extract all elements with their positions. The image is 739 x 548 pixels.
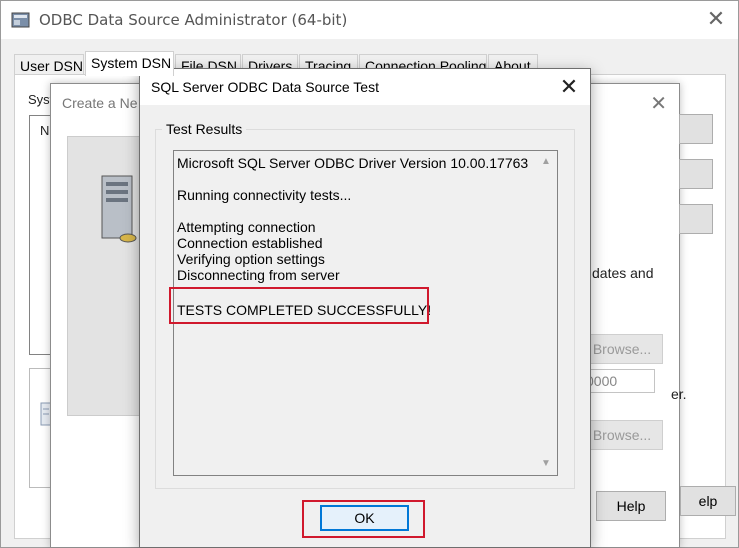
result-line: Attempting connection [177,219,316,235]
test-dialog-title-bar: SQL Server ODBC Data Source Test ✕ [140,69,590,105]
browse-button-2[interactable]: Browse... [581,420,663,450]
ok-highlight-box [302,500,425,538]
success-highlight-box [169,287,429,324]
wizard-value-field[interactable]: 0000 [581,369,655,393]
wizard-close-icon[interactable]: ✕ [650,91,667,116]
wizard-text-er: er. [671,386,687,402]
result-line: Connection established [177,235,323,251]
wizard-title: Create a Ne [62,95,138,111]
test-dialog-title: SQL Server ODBC Data Source Test [151,79,379,95]
scroll-down-arrow-icon[interactable]: ▼ [539,457,553,471]
test-results-label: Test Results [162,121,247,137]
main-window-title: ODBC Data Source Administrator (64-bit) [39,11,348,29]
main-close-icon[interactable]: ✕ [704,7,728,31]
browse-button-1[interactable]: Browse... [581,334,663,364]
main-help-button[interactable]: elp [680,486,736,516]
tab-user-dsn[interactable]: User DSN [14,54,84,76]
result-line: Microsoft SQL Server ODBC Driver Version… [177,155,529,171]
wizard-help-button[interactable]: Help [596,491,666,521]
tab-system-dsn[interactable]: System DSN [85,51,174,76]
result-line: Running connectivity tests... [177,187,352,203]
test-dialog-close-icon[interactable]: ✕ [556,74,582,100]
result-line-blank [177,171,535,187]
wizard-button-2[interactable] [679,159,713,189]
wizard-button-1[interactable] [679,114,713,144]
wizard-button-3[interactable] [679,204,713,234]
result-line-blank [177,203,535,219]
result-line: Disconnecting from server [177,267,340,283]
result-line: Verifying option settings [177,251,325,267]
server-icon [101,175,137,243]
main-title-bar: ODBC Data Source Administrator (64-bit) … [1,1,738,39]
scroll-up-arrow-icon[interactable]: ▲ [539,155,553,169]
odbc-app-icon [11,12,30,28]
wizard-text-updates: dates and [592,265,654,281]
